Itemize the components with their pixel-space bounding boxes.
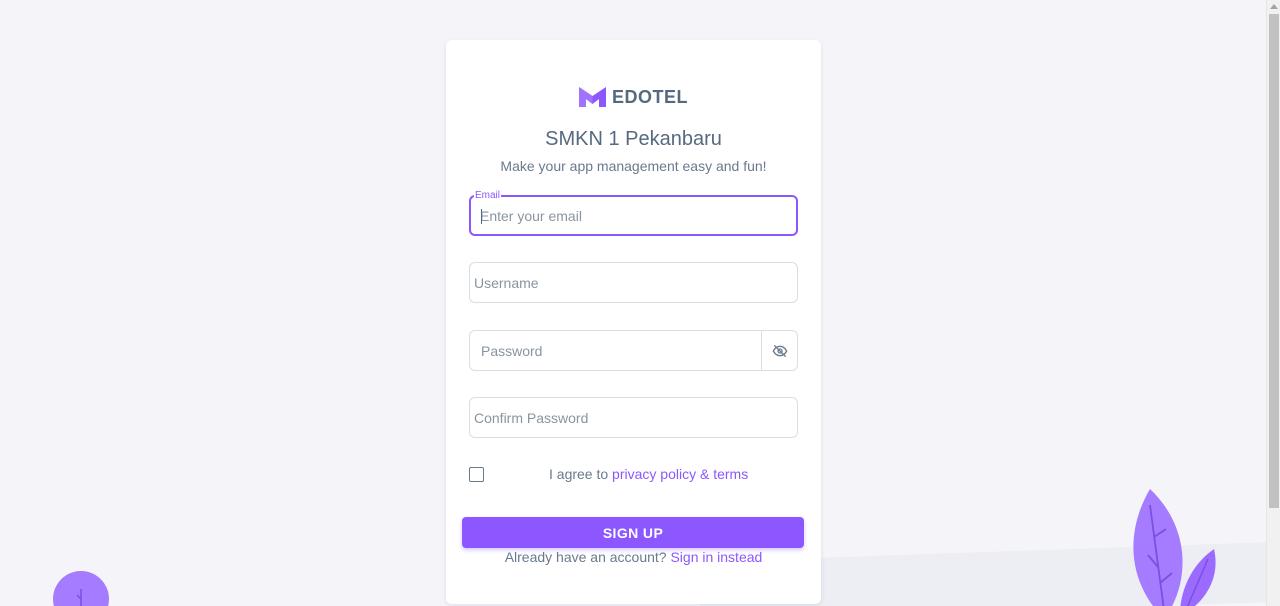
privacy-policy-link[interactable]: privacy policy & terms	[612, 466, 748, 482]
password-field	[469, 330, 798, 371]
signup-card: EDOTEL SMKN 1 Pekanbaru Make your app ma…	[446, 40, 821, 604]
terms-row: I agree to privacy policy & terms	[469, 466, 798, 484]
confirm-password-input[interactable]	[470, 398, 797, 437]
vertical-scrollbar[interactable]	[1266, 0, 1280, 606]
leaves-decoration-right	[1133, 489, 1216, 606]
username-field	[469, 262, 798, 303]
signin-link[interactable]: Sign in instead	[670, 549, 762, 565]
text-caret	[481, 209, 482, 224]
password-input[interactable]	[470, 331, 762, 370]
confirm-password-field	[469, 397, 798, 438]
scroll-up-arrow-icon[interactable]	[1270, 4, 1278, 9]
password-visibility-toggle[interactable]	[761, 331, 797, 370]
email-field: Email	[469, 190, 798, 236]
page-title: SMKN 1 Pekanbaru	[545, 128, 722, 150]
signin-row: Already have an account? Sign in instead	[446, 549, 821, 565]
tree-decoration-left	[53, 571, 109, 606]
logo-icon	[578, 87, 606, 107]
email-input[interactable]	[471, 197, 796, 234]
email-label: Email	[474, 190, 502, 202]
scrollbar-thumb[interactable]	[1269, 14, 1279, 508]
signin-question: Already have an account?	[504, 549, 671, 565]
password-input-wrapper	[470, 331, 762, 370]
eye-off-icon	[772, 344, 787, 357]
page-viewport: EDOTEL SMKN 1 Pekanbaru Make your app ma…	[0, 0, 1266, 606]
terms-label: I agree to privacy policy & terms	[549, 466, 748, 482]
brand: EDOTEL	[446, 84, 821, 110]
terms-prefix: I agree to	[549, 466, 613, 482]
username-input[interactable]	[470, 263, 797, 302]
page-subtitle: Make your app management easy and fun!	[500, 158, 767, 174]
brand-name: EDOTEL	[611, 86, 688, 107]
signup-button[interactable]: SIGN UP	[462, 517, 804, 548]
terms-checkbox[interactable]	[469, 467, 484, 482]
